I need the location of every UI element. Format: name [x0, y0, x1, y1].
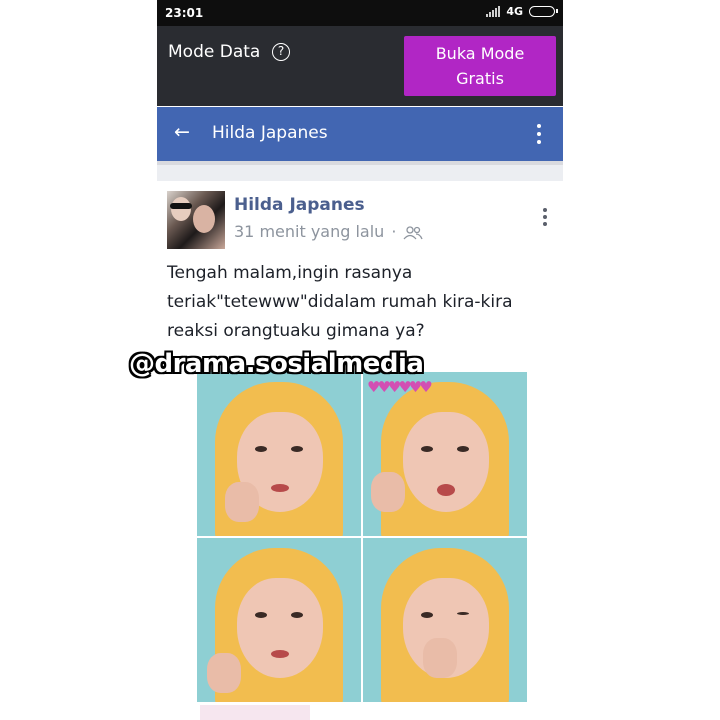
network-type: 4G	[506, 5, 523, 18]
avatar[interactable]	[167, 191, 225, 249]
post-time[interactable]: 31 menit yang lalu	[234, 222, 384, 241]
post-meta: 31 menit yang lalu ·	[234, 222, 424, 241]
question-circle-icon[interactable]: ?	[272, 43, 290, 61]
page-title: Hilda Japanes	[212, 123, 328, 143]
post-card: Hilda Japanes 31 menit yang lalu · Tenga…	[157, 181, 563, 720]
data-mode-bar: Mode Data ? Buka Mode Gratis	[157, 26, 563, 106]
photo-tile	[197, 372, 361, 536]
app-bar: ← Hilda Japanes	[157, 107, 563, 161]
signal-icon	[486, 6, 501, 17]
watermark: @drama.sosialmedia	[129, 349, 424, 379]
status-bar: 23:01 4G	[157, 0, 563, 26]
photo-tile	[363, 538, 527, 702]
battery-icon	[529, 6, 558, 17]
hearts-crown-icon: ♥♥♥♥♥♥	[367, 378, 433, 396]
post-author[interactable]: Hilda Japanes	[234, 195, 365, 215]
meta-separator: ·	[391, 222, 397, 241]
photo-tile: ♥♥♥♥♥♥	[363, 372, 527, 536]
image-strip	[200, 705, 310, 720]
data-mode-label: Mode Data	[168, 42, 261, 62]
photo-collage[interactable]: ♥♥♥♥♥♥	[197, 372, 527, 702]
arrow-left-icon[interactable]: ←	[174, 121, 190, 143]
post-text: Tengah malam,ingin rasanya teriak"teteww…	[167, 263, 513, 341]
status-indicators: 4G	[486, 5, 558, 18]
vertical-dots-icon[interactable]	[537, 124, 541, 148]
friends-icon	[403, 225, 424, 239]
status-time: 23:01	[165, 6, 204, 20]
free-mode-button[interactable]: Buka Mode Gratis	[404, 36, 556, 96]
feed-separator	[157, 165, 563, 181]
post-menu-icon[interactable]	[543, 208, 547, 229]
photo-tile	[197, 538, 361, 702]
